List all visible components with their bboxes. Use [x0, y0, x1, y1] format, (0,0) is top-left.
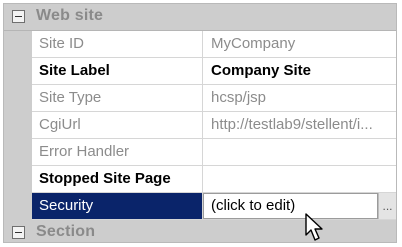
property-row-error-handler[interactable]: Error Handler — [4, 139, 396, 166]
row-gutter — [4, 58, 32, 85]
property-name-site-label: Site Label — [32, 58, 203, 84]
property-name-security[interactable]: Security — [32, 193, 203, 219]
property-name-site-type: Site Type — [32, 85, 203, 111]
collapse-minus-icon[interactable] — [12, 226, 25, 239]
property-value-site-type: hcsp/jsp — [211, 89, 267, 106]
property-name-cgiurl: CgiUrl — [32, 112, 203, 138]
property-value-stopped-site-page[interactable] — [203, 166, 396, 192]
section-label-web-site: Web site — [36, 7, 104, 24]
property-name-stopped-site-page: Stopped Site Page — [32, 166, 203, 192]
property-row-stopped-site-page[interactable]: Stopped Site Page — [4, 166, 396, 193]
property-row-site-label[interactable]: Site Label Company Site — [4, 58, 396, 85]
property-grid: Web site Site ID MyCompany Site Label Co… — [3, 3, 397, 243]
ellipsis-button[interactable]: ... — [378, 193, 396, 219]
property-value-security-editor[interactable]: (click to edit) — [203, 193, 378, 219]
property-value-cgiurl: http://testlab9/stellent/i... — [211, 116, 373, 133]
property-name-site-id: Site ID — [32, 31, 203, 57]
section-label-section: Section — [36, 223, 96, 240]
property-row-security[interactable]: Security (click to edit) ... — [4, 193, 396, 220]
section-header-section[interactable]: Section — [4, 220, 396, 242]
property-row-site-id[interactable]: Site ID MyCompany — [4, 31, 396, 58]
row-gutter — [4, 85, 32, 112]
row-gutter — [4, 166, 32, 193]
collapse-minus-icon[interactable] — [12, 10, 25, 23]
row-gutter — [4, 31, 32, 58]
property-row-cgiurl[interactable]: CgiUrl http://testlab9/stellent/i... — [4, 112, 396, 139]
property-value-site-label[interactable]: Company Site — [203, 58, 396, 84]
property-value-site-id: MyCompany — [211, 35, 296, 52]
section-header-web-site[interactable]: Web site — [4, 4, 396, 31]
property-name-error-handler: Error Handler — [32, 139, 203, 165]
row-gutter — [4, 112, 32, 139]
row-gutter — [4, 139, 32, 166]
row-gutter — [4, 193, 32, 220]
property-row-site-type[interactable]: Site Type hcsp/jsp — [4, 85, 396, 112]
mouse-pointer-icon — [305, 213, 323, 241]
property-value-error-handler — [203, 139, 396, 165]
